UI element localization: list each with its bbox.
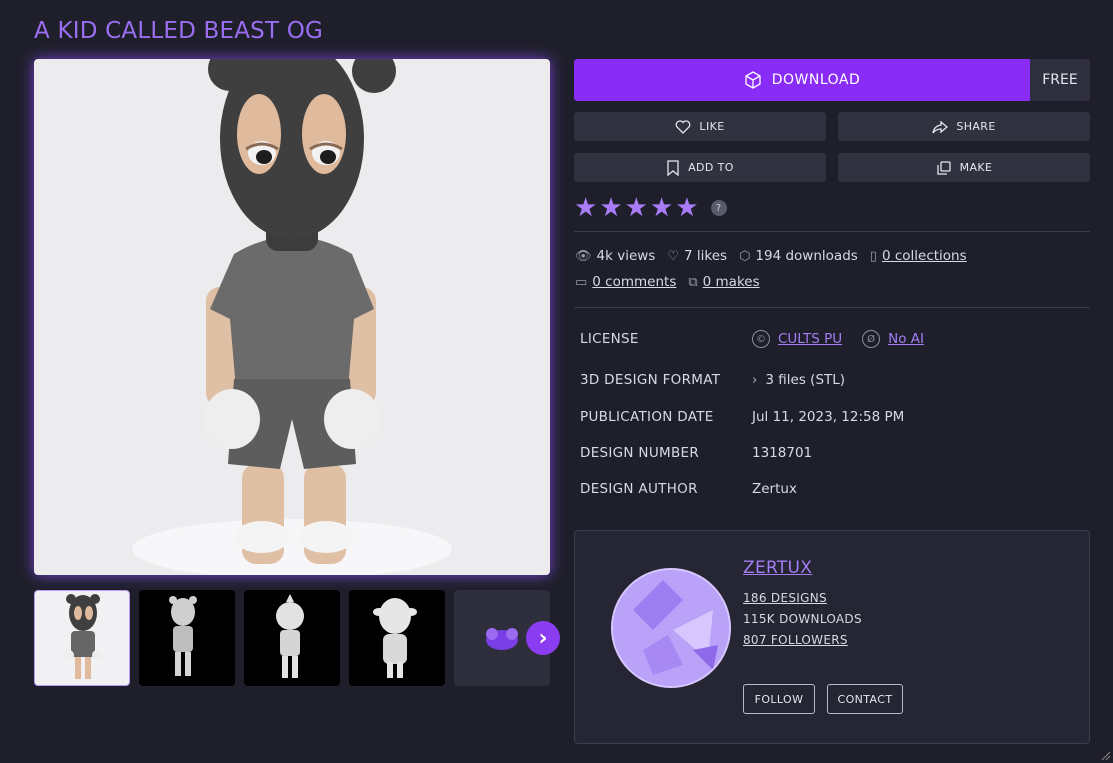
avatar[interactable]: [611, 568, 731, 688]
add-to-button[interactable]: ADD TO: [574, 153, 826, 182]
rating-stars[interactable]: ★ ★ ★ ★ ★ ?: [574, 195, 727, 221]
author-designs-link[interactable]: 186 DESIGNS: [743, 591, 827, 605]
number-value: 1318701: [752, 445, 813, 461]
downloads-stat: ⬡ 194 downloads: [739, 248, 858, 264]
downloads-count: 194 downloads: [755, 248, 858, 264]
add-to-label: ADD TO: [688, 161, 734, 174]
thumbnail-figure-3: [276, 594, 304, 678]
author-value: Zertux: [752, 481, 797, 497]
license-value: © CULTS PU Ø No AI: [752, 330, 924, 348]
makes-link[interactable]: 0 makes: [703, 274, 760, 290]
heart-icon: ♡: [667, 248, 679, 264]
heart-icon: [676, 119, 691, 134]
stats-row-1: 👁 4k views ♡ 7 likes ⬡ 194 downloads ▯ 0…: [575, 248, 967, 264]
figure-illustration: [132, 59, 452, 575]
avatar-image: [613, 570, 729, 686]
chevron-right-icon: ›: [752, 372, 758, 388]
date-value: Jul 11, 2023, 12:58 PM: [752, 409, 905, 425]
no-ai-link[interactable]: No AI: [888, 331, 924, 347]
star-icon[interactable]: ★: [574, 195, 597, 221]
license-link[interactable]: CULTS PU: [778, 331, 842, 347]
star-icon[interactable]: ★: [599, 195, 622, 221]
share-icon: [932, 120, 949, 133]
download-button[interactable]: DOWNLOAD: [574, 71, 1030, 89]
thumbnail-figure-4: [373, 598, 417, 678]
make-button[interactable]: MAKE: [838, 153, 1090, 182]
bookmark-icon: [667, 159, 679, 176]
author-card: ZERTUX 186 DESIGNS 115K DOWNLOADS 807 FO…: [574, 530, 1090, 744]
box-icon: ⬡: [739, 248, 751, 264]
comment-icon: ▭: [575, 274, 588, 290]
thumbnail-4[interactable]: [349, 590, 445, 686]
thumbnail-figure-1: [64, 594, 102, 679]
license-label: LICENSE: [580, 331, 639, 347]
divider: [574, 307, 1090, 308]
contact-button[interactable]: CONTACT: [827, 684, 903, 714]
author-downloads: 115K DOWNLOADS: [743, 612, 862, 626]
share-button[interactable]: SHARE: [838, 112, 1090, 141]
resize-handle-icon[interactable]: [1101, 751, 1111, 761]
download-label: DOWNLOAD: [771, 72, 861, 88]
format-text: 3 files (STL): [765, 372, 846, 388]
format-label: 3D DESIGN FORMAT: [580, 372, 721, 388]
share-label: SHARE: [956, 120, 996, 133]
price-badge: FREE: [1030, 59, 1090, 101]
page-title: A KID CALLED BEAST OG: [34, 18, 324, 44]
likes-stat: ♡ 7 likes: [667, 248, 727, 264]
copyright-icon: ©: [752, 330, 770, 348]
star-icon[interactable]: ★: [675, 195, 698, 221]
collections-link[interactable]: 0 collections: [882, 248, 967, 264]
likes-count: 7 likes: [684, 248, 728, 264]
thumbnail-next-button[interactable]: ›: [526, 621, 560, 655]
no-ai-icon: Ø: [862, 330, 881, 348]
box-icon: [745, 71, 761, 89]
format-value[interactable]: › 3 files (STL): [752, 372, 845, 388]
star-icon[interactable]: ★: [650, 195, 673, 221]
make-label: MAKE: [959, 161, 993, 174]
like-label: LIKE: [699, 120, 725, 133]
views-stat: 👁 4k views: [575, 248, 655, 264]
views-count: 4k views: [596, 248, 656, 264]
number-label: DESIGN NUMBER: [580, 445, 700, 461]
star-icon[interactable]: ★: [625, 195, 648, 221]
eye-icon: 👁: [575, 248, 592, 264]
makes-stat[interactable]: ⧉ 0 makes: [688, 274, 759, 290]
thumbnail-1[interactable]: [34, 590, 130, 686]
divider: [574, 231, 1090, 232]
author-label: DESIGN AUTHOR: [580, 481, 698, 497]
comments-link[interactable]: 0 comments: [592, 274, 676, 290]
copy-icon: ⧉: [688, 274, 698, 290]
thumbnail-3[interactable]: [244, 590, 340, 686]
follow-button[interactable]: FOLLOW: [743, 684, 815, 714]
copy-icon: [936, 160, 951, 175]
author-followers-link[interactable]: 807 FOLLOWERS: [743, 633, 848, 647]
stats-row-2: ▭ 0 comments ⧉ 0 makes: [575, 274, 760, 290]
main-preview-image[interactable]: [34, 59, 550, 575]
bookmark-icon: ▯: [869, 248, 877, 264]
download-button-group: DOWNLOAD FREE: [574, 59, 1090, 101]
like-button[interactable]: LIKE: [574, 112, 826, 141]
date-label: PUBLICATION DATE: [580, 409, 714, 425]
collections-stat[interactable]: ▯ 0 collections: [870, 248, 967, 264]
thumbnail-2[interactable]: [139, 590, 235, 686]
rating-help-icon[interactable]: ?: [710, 200, 727, 216]
thumbnail-figure-2: [169, 596, 197, 676]
author-name-link[interactable]: ZERTUX: [743, 558, 812, 578]
comments-stat[interactable]: ▭ 0 comments: [575, 274, 676, 290]
